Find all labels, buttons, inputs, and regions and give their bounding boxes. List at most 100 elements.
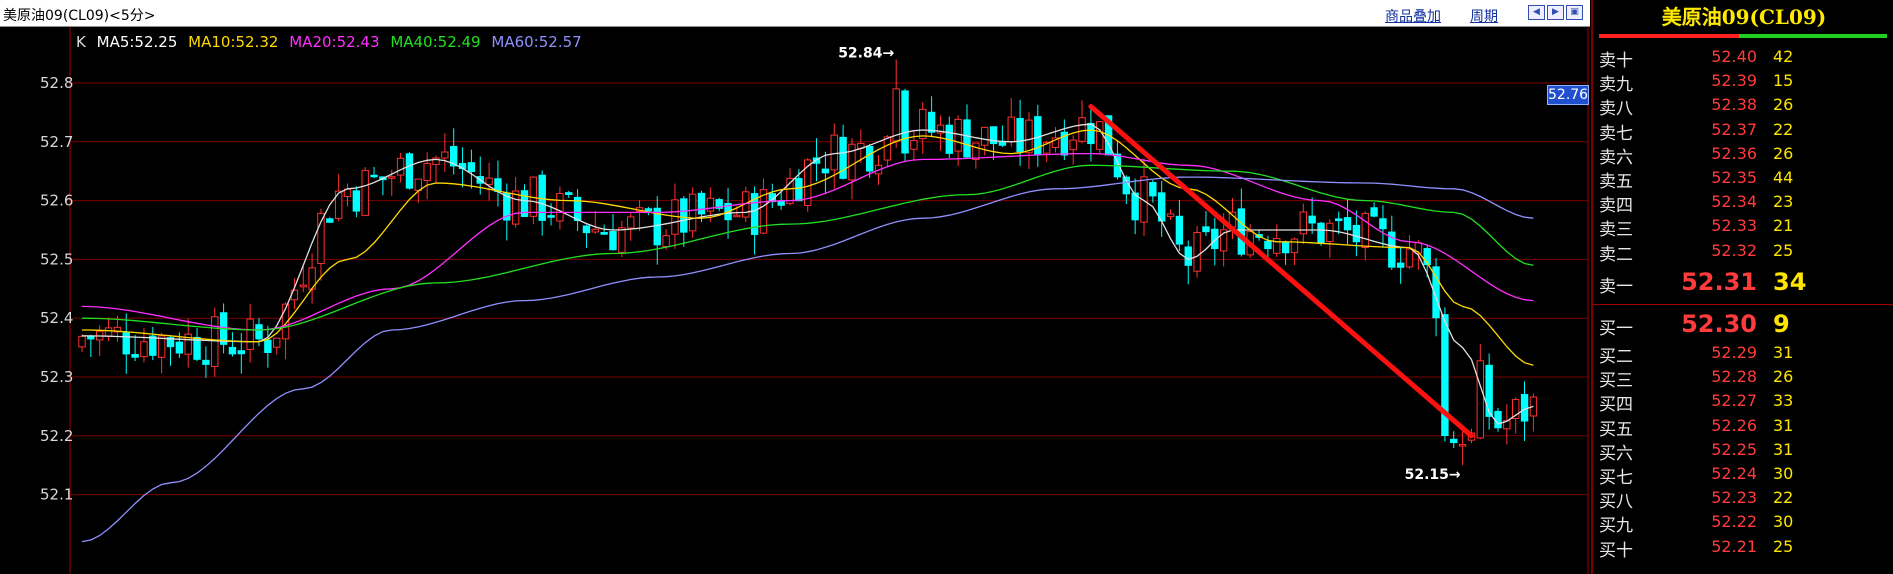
trendline — [1088, 104, 1474, 439]
candle-body — [246, 318, 254, 350]
candle-body — [1405, 248, 1414, 268]
level-price: 52.24 — [1711, 464, 1757, 483]
fullscreen-icon[interactable]: ▣ — [1566, 5, 1583, 20]
period-link[interactable]: 周期 — [1470, 6, 1498, 26]
level-price: 52.28 — [1711, 367, 1757, 387]
candle-body — [1476, 360, 1484, 439]
level-price: 52.27 — [1711, 391, 1757, 411]
level-volume: 25 — [1773, 240, 1794, 260]
candle-body — [388, 176, 396, 179]
level-volume: 9 — [1773, 310, 1790, 338]
level-price: 52.30 — [1681, 310, 1757, 338]
level-price: 52.29 — [1711, 343, 1757, 362]
candle-body — [441, 151, 449, 159]
level-volume: 25 — [1773, 536, 1794, 556]
ask-row: 卖五 52.35 44 — [1593, 165, 1893, 192]
candle-body — [1184, 246, 1192, 266]
candle-body — [1352, 224, 1361, 243]
zoom-in-icon[interactable]: ▶ — [1547, 5, 1564, 20]
candle-body — [1281, 241, 1290, 254]
ask-row: 卖六 52.36 26 — [1593, 141, 1893, 168]
level-volume: 33 — [1773, 391, 1794, 411]
candle-body — [237, 350, 246, 355]
candle-body — [547, 215, 555, 218]
ma-legend: K MA5:52.25 MA10:52.32 MA20:52.43 MA40:5… — [76, 33, 588, 51]
zoom-out-icon[interactable]: ◀ — [1528, 5, 1545, 20]
candle-body — [600, 232, 608, 235]
candlestick-chart[interactable]: 52.8 52.7 52.6 52.5 52.4 52.3 52.2 52.1 52.84→ 52… — [0, 27, 1590, 574]
candle-body — [1308, 215, 1316, 224]
bid-row: 买九 52.22 30 — [1593, 509, 1893, 536]
level-volume: 26 — [1773, 143, 1794, 163]
candle-body — [1096, 121, 1104, 150]
y-tick-label: 52.6 — [40, 192, 73, 210]
order-book-panel: 美原油09(CL09) 卖十 52.40 42 卖九 52.39 15 卖八 52.38 26 卖… — [1591, 0, 1893, 574]
legend-prefix: K — [76, 33, 86, 51]
level-label: 卖二 — [1599, 244, 1633, 265]
level-price: 52.31 — [1681, 267, 1757, 296]
candle-body — [1202, 226, 1210, 233]
candle-body — [78, 335, 86, 348]
level-volume: 31 — [1773, 343, 1794, 362]
candle-body — [352, 190, 361, 212]
candle-body — [467, 162, 476, 173]
candle-body — [927, 111, 936, 133]
candle-body — [865, 145, 874, 172]
level-price: 52.23 — [1711, 488, 1757, 508]
candle-body — [87, 335, 95, 340]
candle-body — [662, 235, 670, 248]
level-volume: 44 — [1773, 168, 1794, 187]
candle-body — [777, 200, 785, 206]
bid-row: 买七 52.24 30 — [1593, 461, 1893, 488]
candle-body — [396, 157, 405, 176]
level-price: 52.39 — [1711, 71, 1757, 91]
ask-row: 卖三 52.33 21 — [1593, 213, 1893, 240]
level-price: 52.40 — [1711, 47, 1757, 66]
candle-body — [1175, 215, 1184, 245]
candle-body — [1396, 262, 1405, 268]
candle-body — [901, 90, 909, 154]
y-tick-label: 52.8 — [40, 74, 73, 92]
candle-body — [1166, 213, 1175, 217]
candle-body — [1343, 217, 1352, 231]
current-price-tag: 52.76 — [1547, 85, 1589, 105]
price-annotation: 52.15→ — [1405, 467, 1461, 483]
ask-row: 卖一 52.31 34 — [1593, 268, 1893, 297]
legend-ma10: MA10:52.32 — [188, 33, 279, 51]
level-label: 买一 — [1599, 319, 1633, 339]
panel-title: 美原油09(CL09) — [1661, 5, 1827, 29]
bid-row: 买五 52.26 31 — [1593, 413, 1893, 440]
level-price: 52.38 — [1711, 95, 1757, 115]
candle-body — [1326, 222, 1334, 243]
candle-body — [1069, 139, 1077, 151]
candle-body — [1450, 438, 1458, 444]
candle-body — [556, 192, 564, 222]
y-tick-label: 52.2 — [40, 427, 73, 445]
overlay-commodity-link[interactable]: 商品叠加 — [1385, 6, 1441, 26]
bid-row: 买六 52.25 31 — [1593, 437, 1893, 464]
bid-row: 买十 52.21 25 — [1593, 534, 1893, 561]
level-price: 52.35 — [1711, 168, 1757, 187]
candle-body — [963, 119, 971, 158]
y-tick-label: 52.5 — [40, 250, 73, 268]
level-volume: 30 — [1773, 512, 1794, 532]
candle-body — [1007, 116, 1015, 143]
candle-body — [361, 169, 369, 216]
candle-body — [591, 228, 599, 233]
candle-body — [644, 208, 653, 212]
y-tick-label: 52.1 — [40, 486, 73, 504]
candle-body — [485, 177, 493, 185]
level-price: 52.21 — [1711, 536, 1757, 556]
level-price: 52.26 — [1711, 415, 1757, 435]
candle-body — [830, 134, 838, 171]
ask-row: 卖十 52.40 42 — [1593, 44, 1893, 71]
candle-body — [264, 339, 272, 354]
bid-row: 买四 52.27 33 — [1593, 388, 1893, 415]
level-volume: 22 — [1773, 119, 1794, 139]
bid-row: 买三 52.28 26 — [1593, 364, 1893, 391]
level-volume: 26 — [1773, 367, 1794, 387]
candle-body — [370, 174, 378, 178]
candle-body — [1193, 232, 1201, 272]
candle-body — [1290, 238, 1299, 254]
candle-body — [175, 341, 184, 354]
